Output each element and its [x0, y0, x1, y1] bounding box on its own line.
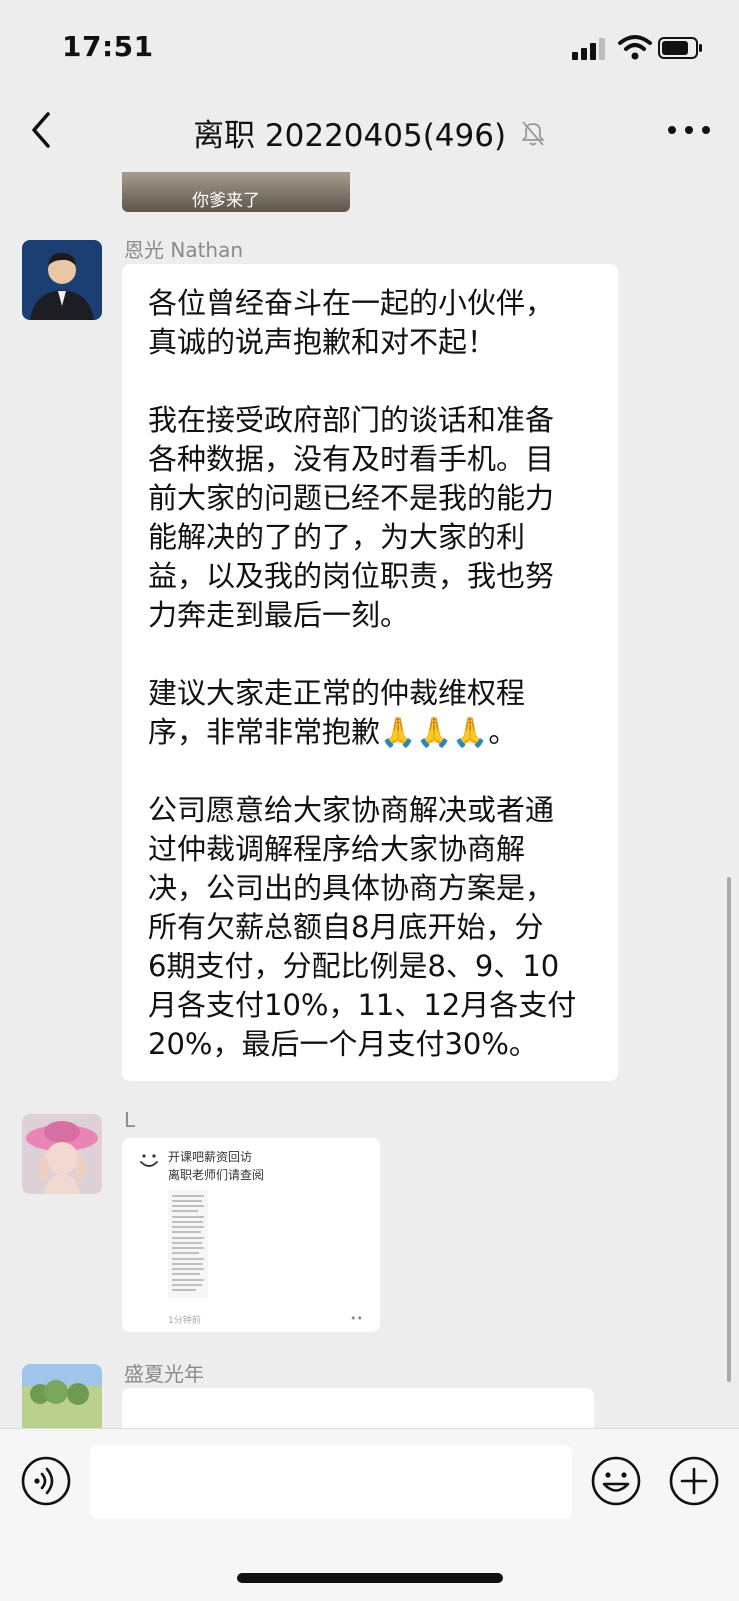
image-caption: 你爹来了 [192, 191, 260, 211]
title-wrap: 离职 20220405(496) [0, 110, 739, 155]
image-message[interactable]: 你爹来了 [122, 172, 350, 212]
file-time: 1分钟前 [168, 1316, 201, 1326]
chat-header: 离职 20220405(496) [0, 92, 739, 172]
message-bubble[interactable]: 各位曾经奋斗在一起的小伙伴， 真诚的说声抱歉和对不起！ 我在接受政府部门的谈话和… [122, 264, 618, 1081]
status-bar: 17:51 [0, 0, 739, 92]
message-text: 各位曾经奋斗在一起的小伙伴， 真诚的说声抱歉和对不起！ 我在接受政府部门的谈话和… [148, 286, 577, 1061]
file-subtitle: 离职老师们请查阅 [168, 1168, 265, 1182]
message-input[interactable] [90, 1445, 572, 1519]
more-icon[interactable] [664, 118, 714, 142]
avatar-image [22, 1114, 102, 1194]
input-bar [0, 1428, 739, 1601]
avatar[interactable] [22, 240, 102, 320]
plus-icon[interactable] [668, 1455, 720, 1507]
chat-messages[interactable]: 你爹来了 恩光 Nathan 各位曾经奋斗在一起的小伙伴， 真诚的说声抱歉和对不… [0, 172, 739, 1428]
voice-icon[interactable] [20, 1455, 72, 1507]
emoji-icon[interactable] [590, 1455, 642, 1507]
message-bubble[interactable] [122, 1388, 594, 1428]
scrollbar[interactable] [727, 877, 731, 1382]
file-app-icon [140, 1154, 158, 1167]
chat-title: 离职 20220405(496) [193, 118, 507, 154]
avatar-image [22, 240, 102, 320]
wifi-icon [618, 35, 652, 60]
avatar[interactable] [22, 1114, 102, 1194]
sender-name: 盛夏光年 [124, 1362, 204, 1386]
file-card[interactable]: 开课吧薪资回访 离职老师们请查阅 1分钟前 •• [122, 1138, 380, 1332]
status-time: 17:51 [62, 30, 154, 63]
sender-name: 恩光 Nathan [124, 238, 244, 262]
battery-icon [658, 37, 702, 59]
mute-bell-icon [522, 120, 544, 146]
more-dots-icon: •• [350, 1312, 363, 1325]
sender-name: L [124, 1108, 136, 1132]
avatar[interactable] [22, 1364, 102, 1428]
home-indicator [237, 1573, 503, 1583]
document-thumbnail [168, 1190, 208, 1298]
file-title: 开课吧薪资回访 [168, 1150, 253, 1164]
avatar-image [22, 1364, 102, 1428]
signal-icon [572, 38, 605, 60]
